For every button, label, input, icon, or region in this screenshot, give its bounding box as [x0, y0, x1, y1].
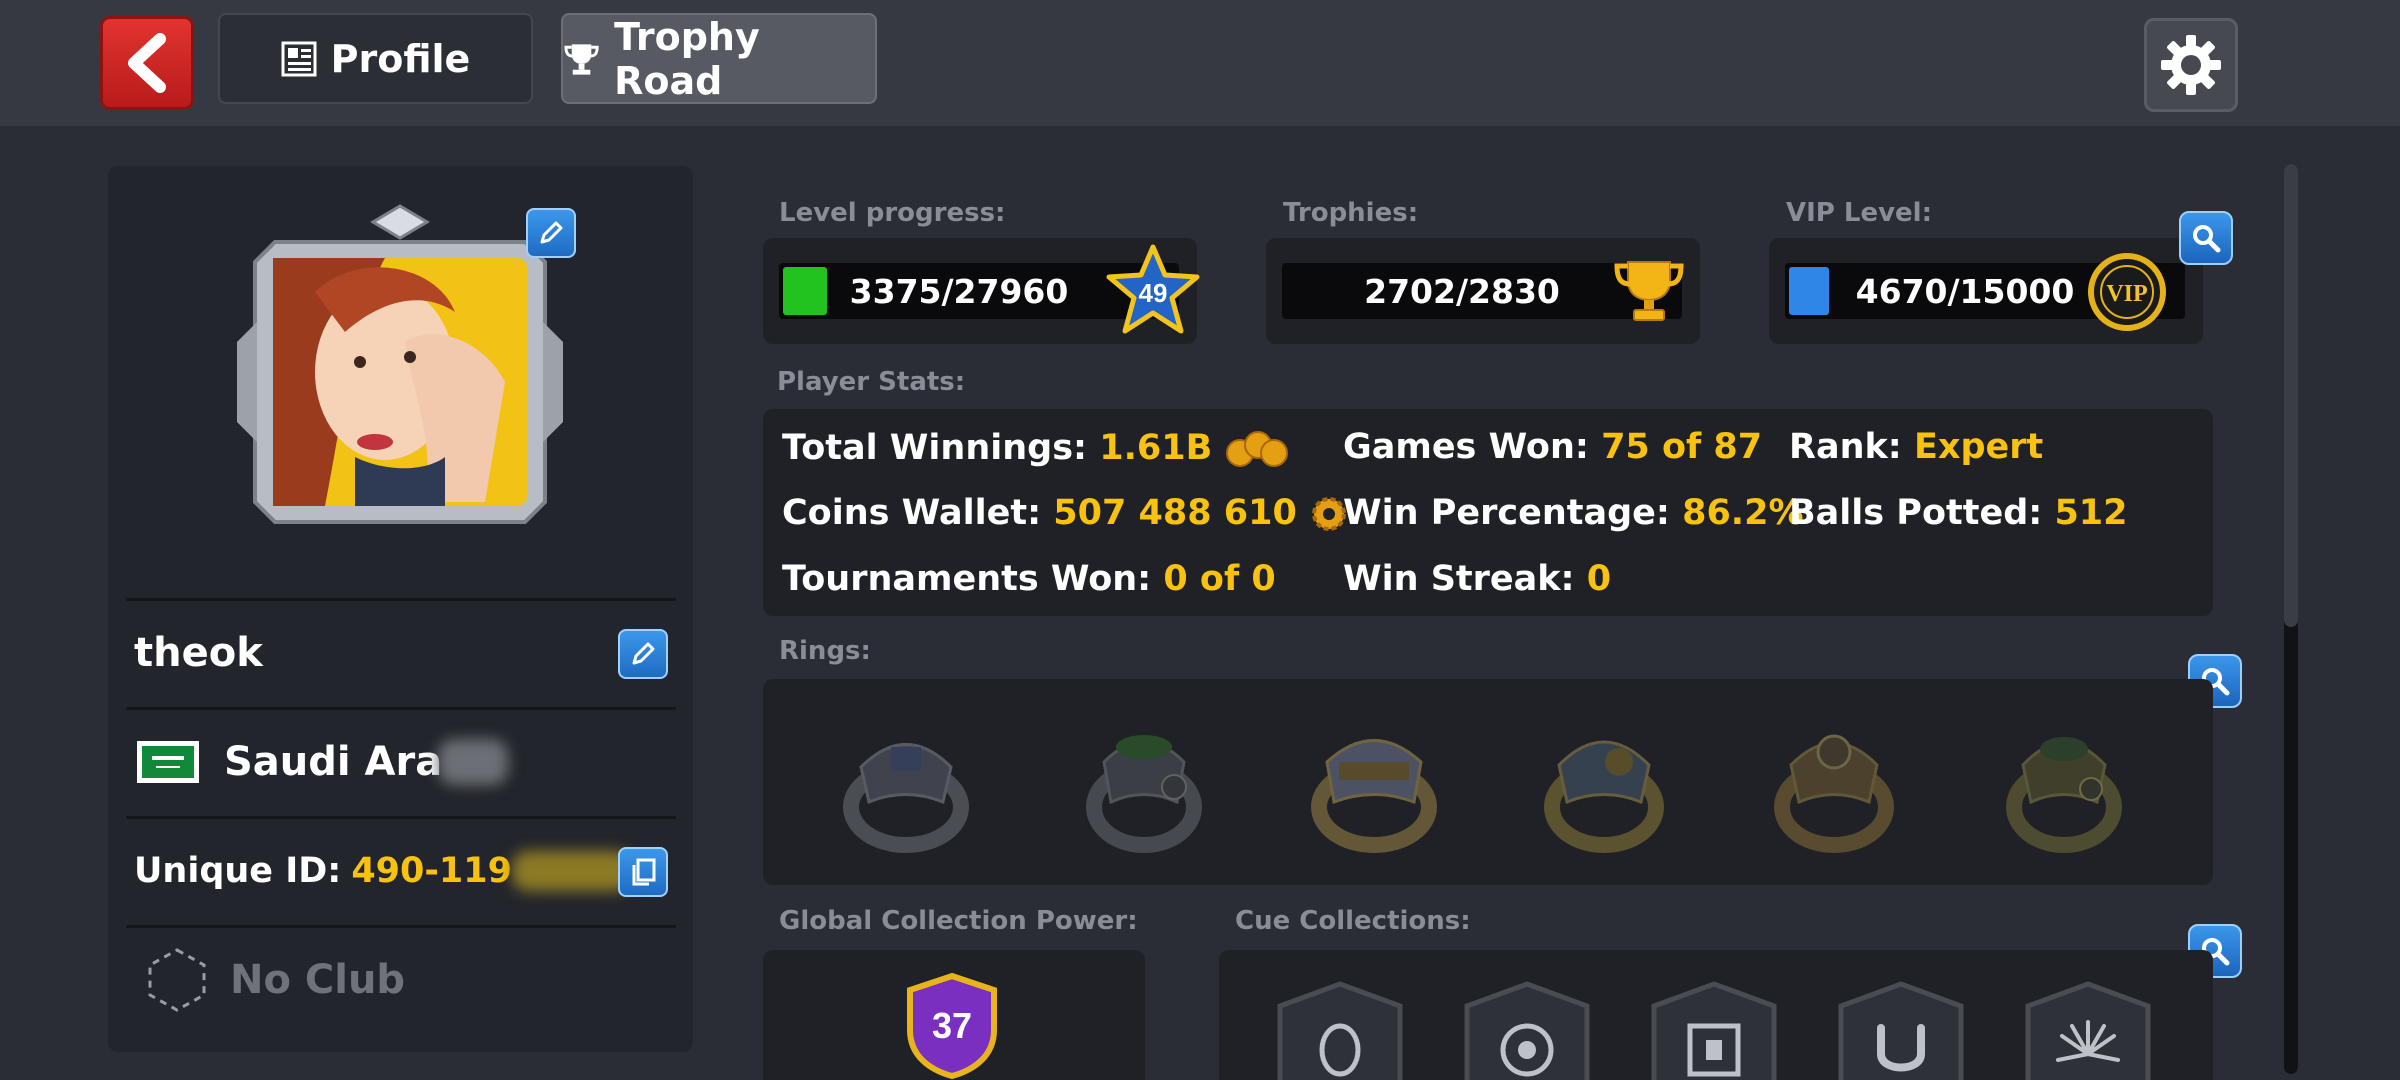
win-streak-value: 0 [1586, 559, 1612, 599]
eight-ball-cue-icon[interactable] [1461, 980, 1593, 1080]
global-collection-power-panel: 37 [763, 950, 1145, 1080]
balls-potted-label: Balls Potted: [1789, 493, 2043, 533]
level-star-icon: 49 [1106, 244, 1200, 334]
firework-cue-icon[interactable] [2022, 980, 2154, 1080]
unique-id-label: Unique ID: [134, 850, 342, 891]
tournaments-won-stat: Tournaments Won: 0 of 0 [782, 559, 1276, 599]
gold-trophy-icon [1614, 261, 1684, 321]
gear-icon [2161, 35, 2221, 95]
tab-profile[interactable]: Profile [218, 13, 533, 104]
total-winnings-label: Total Winnings: [782, 428, 1088, 468]
saudi-flag-icon [137, 740, 199, 783]
scrollbar-thumb[interactable] [2284, 164, 2298, 627]
level-number: 49 [1139, 278, 1168, 308]
global-collection-power-label: Global Collection Power: [779, 906, 1138, 936]
avatar[interactable] [235, 202, 565, 542]
redaction-blur [511, 850, 632, 891]
global-collection-power-value: 37 [932, 1005, 972, 1046]
vip-badge-icon: VIP [2088, 253, 2166, 331]
egg-cue-icon[interactable] [1274, 980, 1406, 1080]
horseshoe-cue-icon[interactable] [1835, 980, 1967, 1080]
username: theok [134, 629, 263, 676]
coins-wallet-label: Coins Wallet: [782, 493, 1042, 533]
balls-potted-value: 512 [2054, 493, 2128, 533]
ring-icon[interactable] [1299, 707, 1449, 857]
rank-value: Expert [1913, 427, 2044, 467]
rank-label: Rank: [1789, 427, 1902, 467]
username-row: theok [126, 598, 676, 704]
vip-level-value: 4670/15000 [1855, 271, 2075, 311]
total-winnings-value: 1.61B [1099, 428, 1213, 468]
profile-card: theok Saudi Ara Unique ID: 490-119 No Cl… [108, 166, 693, 1052]
coins-wallet-value: 507 488 610 [1053, 493, 1297, 533]
settings-button[interactable] [2144, 18, 2238, 112]
ring-icon[interactable] [831, 707, 981, 857]
rings-panel [763, 679, 2213, 885]
unique-id-value: 490-119 [351, 850, 512, 891]
tab-profile-label: Profile [330, 36, 471, 81]
player-stats-panel: Total Winnings: 1.61B Coins Wallet: 507 … [763, 409, 2213, 616]
level-progress-fill [783, 267, 827, 315]
level-progress-label: Level progress: [779, 198, 1006, 228]
rings-label: Rings: [779, 636, 871, 666]
top-bar: Profile Trophy Road [0, 0, 2400, 128]
club-row[interactable]: No Club [126, 925, 676, 1031]
redaction-blur [438, 738, 509, 785]
country-name: Saudi Ara [224, 738, 443, 785]
vip-badge-text: VIP [2106, 281, 2147, 307]
unique-id-row: Unique ID: 490-119 [126, 816, 676, 922]
ring-icon[interactable] [1989, 707, 2139, 857]
rank-stat: Rank: Expert [1789, 427, 2043, 467]
ring-icon[interactable] [1069, 707, 1219, 857]
pencil-icon [632, 642, 655, 665]
trophy-icon [564, 43, 599, 75]
profile-card-icon [281, 41, 317, 76]
trophies-label: Trophies: [1283, 198, 1419, 228]
games-won-stat: Games Won: 75 of 87 [1343, 427, 1762, 467]
pixel-eight-ball-cue-icon[interactable] [1648, 980, 1780, 1080]
edit-avatar-button[interactable] [526, 208, 576, 258]
ring-icon[interactable] [1759, 707, 1909, 857]
tab-trophy-road-label: Trophy Road [614, 14, 760, 103]
scrollbar[interactable] [2284, 164, 2298, 1074]
coin-stack-icon [1226, 431, 1289, 467]
cue-collections-label: Cue Collections: [1235, 906, 1471, 936]
copy-icon [632, 858, 656, 886]
ring-icon[interactable] [1529, 707, 1679, 857]
tab-trophy-road[interactable]: Trophy Road [561, 13, 877, 104]
games-won-value: 75 of 87 [1601, 427, 1763, 467]
games-won-label: Games Won: [1343, 427, 1589, 467]
pencil-icon [540, 221, 563, 244]
vip-info-button[interactable] [2179, 211, 2233, 265]
trophies-box: 2702/2830 [1266, 238, 1700, 344]
back-button[interactable] [100, 16, 194, 110]
level-progress-value: 3375/27960 [849, 271, 1069, 311]
chevron-left-icon [128, 33, 166, 93]
copy-id-button[interactable] [618, 847, 668, 897]
total-winnings-stat: Total Winnings: 1.61B [782, 427, 1290, 471]
level-progress-box: 3375/27960 49 [763, 238, 1200, 344]
empty-club-badge-icon [148, 947, 206, 1012]
power-shield-icon[interactable]: 37 [904, 972, 1000, 1080]
country-row: Saudi Ara [126, 707, 676, 813]
win-streak-label: Win Streak: [1343, 559, 1575, 599]
win-percentage-stat: Win Percentage: 86.2% [1343, 493, 1804, 533]
vip-level-box: 4670/15000 VIP [1769, 238, 2203, 344]
tournaments-won-value: 0 of 0 [1163, 559, 1276, 599]
player-stats-label: Player Stats: [777, 367, 966, 397]
win-percentage-value: 86.2% [1682, 493, 1804, 533]
edit-username-button[interactable] [618, 629, 668, 679]
search-icon [2193, 225, 2221, 253]
club-name: No Club [230, 956, 406, 1003]
win-streak-stat: Win Streak: 0 [1343, 559, 1611, 599]
balls-potted-stat: Balls Potted: 512 [1789, 493, 2128, 533]
trophies-value: 2702/2830 [1364, 271, 1560, 311]
cue-collections-panel [1219, 950, 2213, 1080]
win-percentage-label: Win Percentage: [1343, 493, 1670, 533]
vip-level-fill [1789, 267, 1829, 315]
coins-wallet-stat: Coins Wallet: 507 488 610 [782, 493, 1349, 534]
vip-level-label: VIP Level: [1786, 198, 1932, 228]
tournaments-won-label: Tournaments Won: [782, 559, 1152, 599]
